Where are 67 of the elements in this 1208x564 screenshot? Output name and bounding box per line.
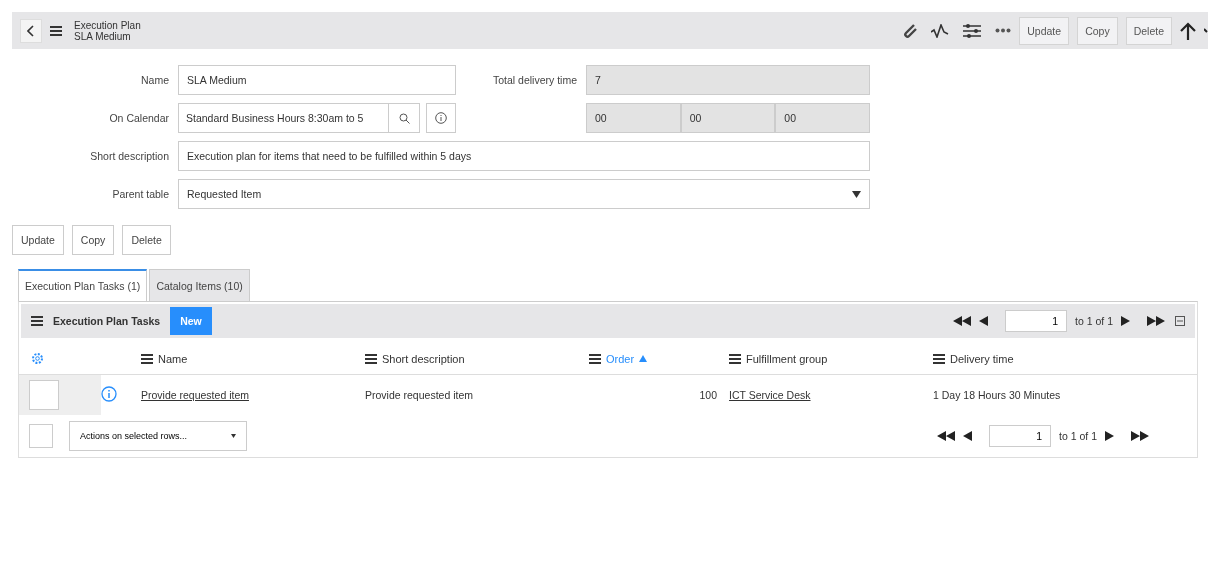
page-field[interactable]: 1 (1005, 310, 1068, 332)
header-action-button[interactable]: Update (1019, 16, 1070, 45)
record-link[interactable]: ICT Service Desk (729, 389, 811, 401)
table-cell: 1 Day 18 Hours 30 Minutes (933, 389, 1061, 401)
record-link[interactable]: Provide requested item (141, 389, 249, 401)
table-cell: Provide requested item (365, 389, 473, 401)
table-cell: 100 (699, 389, 718, 401)
days-field: 7 (586, 65, 870, 95)
info-icon[interactable] (101, 386, 117, 402)
page-field[interactable]: 1 (989, 425, 1052, 447)
list-title: Execution Plan Tasks (53, 315, 161, 327)
more-icon[interactable] (995, 28, 1012, 33)
header-action-button[interactable]: Delete (1125, 16, 1172, 45)
menu-icon[interactable] (50, 25, 62, 36)
gear-icon[interactable] (31, 351, 44, 365)
last-page-icon[interactable] (1147, 316, 1165, 326)
minutes-field: 00 (680, 103, 776, 133)
form-action-button[interactable]: Copy (71, 225, 115, 255)
column-header[interactable]: Fulfillment group (746, 352, 828, 365)
up-arrow-icon[interactable] (1180, 21, 1196, 40)
search-icon (398, 112, 410, 124)
header-action-button[interactable]: Copy (1077, 16, 1118, 45)
short-description-field[interactable]: Execution plan for items that need to be fulfilled within 5 days (178, 141, 870, 171)
sort-ascending-icon[interactable] (639, 355, 648, 362)
last-page-icon[interactable] (1131, 431, 1149, 441)
info-button[interactable] (426, 103, 456, 133)
first-page-icon[interactable] (937, 431, 956, 441)
field-label: Total delivery time (491, 74, 578, 86)
collapse-icon[interactable] (1175, 316, 1185, 326)
back-icon (27, 24, 35, 37)
info-icon (435, 112, 448, 124)
form-action-button[interactable]: Update (12, 225, 64, 255)
tab[interactable]: Execution Plan Tasks (1) (18, 269, 148, 301)
field-label: On Calendar (108, 112, 170, 124)
column-menu-icon[interactable] (365, 353, 377, 364)
record-name: SLA Medium (74, 30, 132, 42)
settings-sliders-icon[interactable] (963, 22, 982, 39)
column-header[interactable]: Name (158, 352, 188, 365)
first-page-icon[interactable] (953, 316, 972, 326)
field-label: Name (140, 74, 170, 86)
column-menu-icon[interactable] (729, 353, 742, 364)
column-header[interactable]: Short description (382, 352, 465, 365)
back-button[interactable] (20, 18, 42, 43)
calendar-field[interactable]: Standard Business Hours 8:30am to 5 (178, 103, 421, 133)
column-menu-icon[interactable] (589, 353, 602, 364)
column-menu-icon[interactable] (933, 353, 945, 364)
activity-icon[interactable] (931, 23, 950, 38)
column-header[interactable]: Delivery time (950, 352, 1014, 365)
column-menu-icon[interactable] (141, 353, 153, 364)
seconds-field: 00 (775, 103, 870, 133)
paperclip-icon[interactable] (903, 22, 918, 39)
list-menu-icon[interactable] (31, 316, 43, 326)
actions-dropdown[interactable]: Actions on selected rows... (69, 421, 247, 451)
form-action-button[interactable]: Delete (122, 225, 171, 255)
tab[interactable]: Catalog Items (10) (149, 269, 250, 301)
caret-icon (852, 190, 861, 198)
caret-icon (231, 434, 236, 438)
record-type: Execution Plan (74, 19, 141, 31)
page-range: to 1 of 1 (1075, 315, 1113, 327)
parent-table-dropdown[interactable]: Requested Item (178, 179, 870, 209)
page-range: to 1 of 1 (1059, 430, 1097, 442)
field-label: Short description (89, 150, 170, 162)
hours-field: 00 (586, 103, 681, 133)
row-checkbox[interactable] (29, 380, 59, 410)
select-all-checkbox[interactable] (29, 424, 53, 448)
name-field[interactable]: SLA Medium (178, 65, 456, 95)
field-label: Parent table (111, 188, 170, 200)
